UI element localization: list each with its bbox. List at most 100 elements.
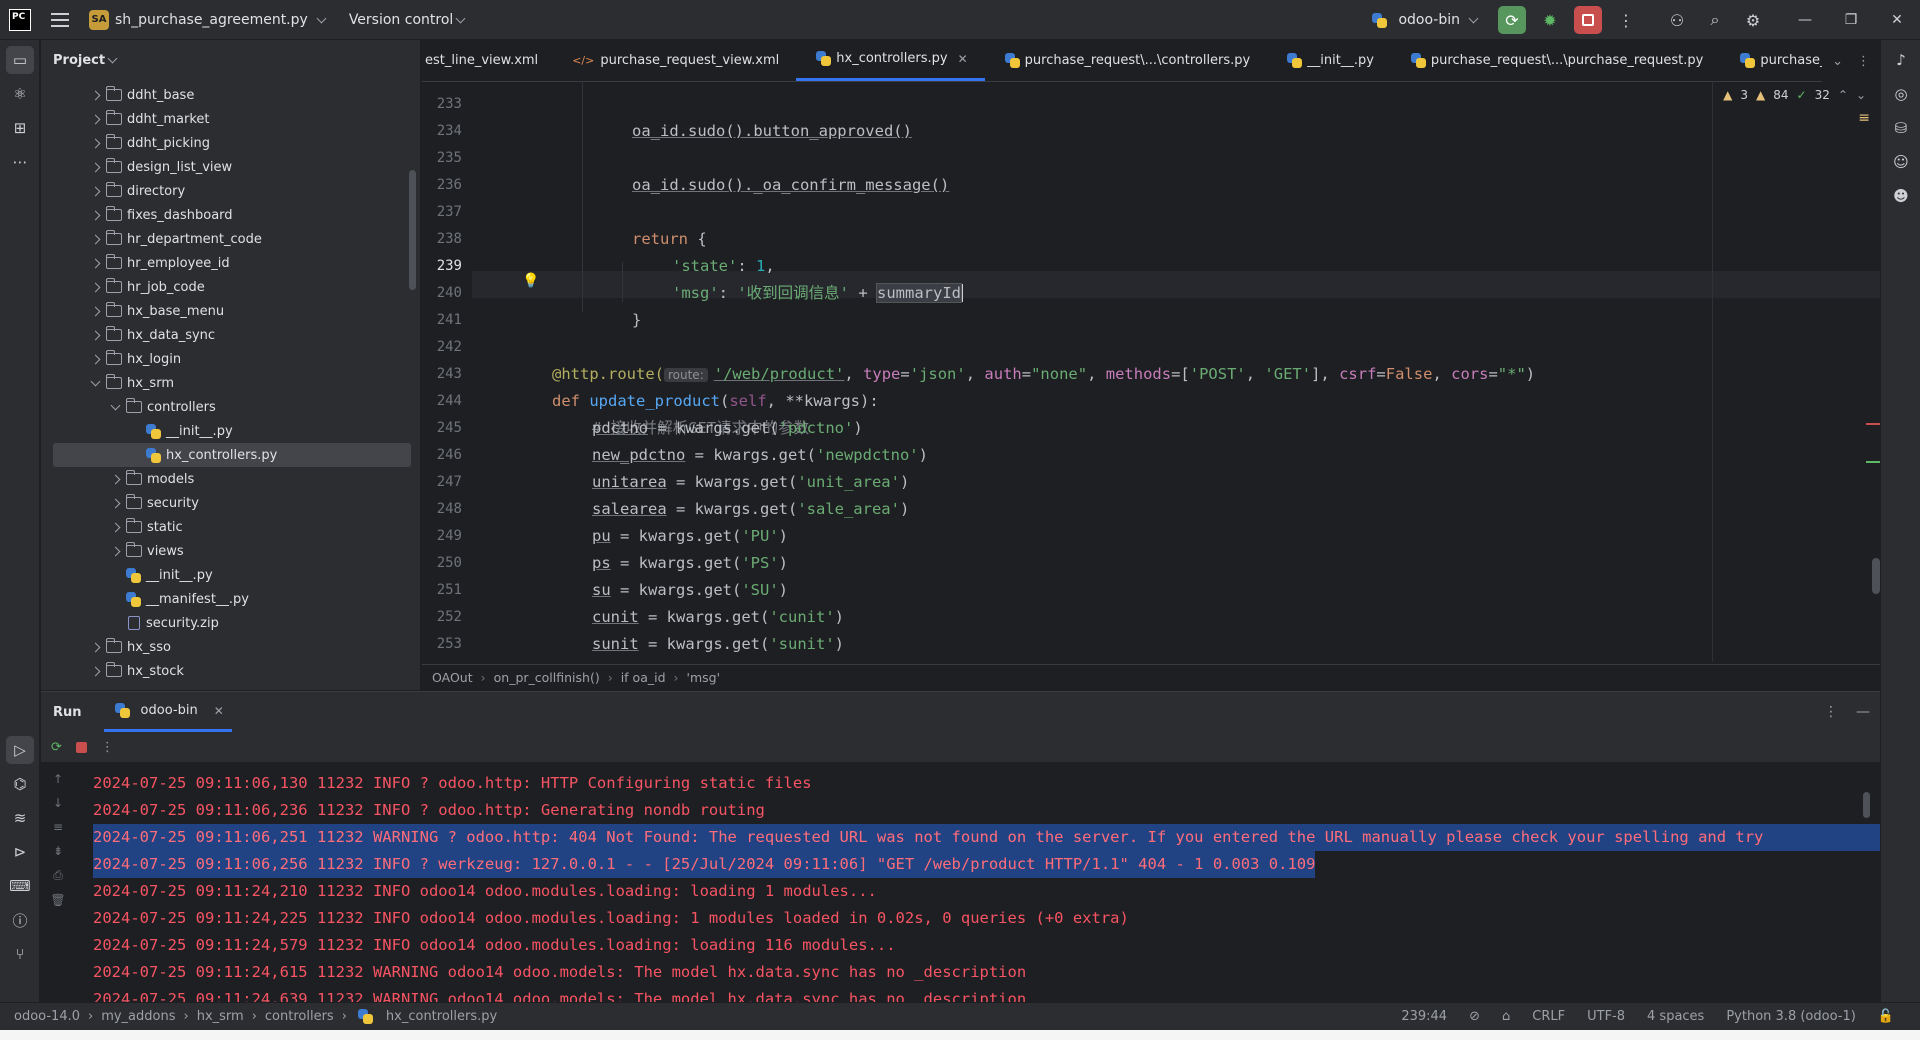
no-ai-icon[interactable]: ⊘ bbox=[1469, 1009, 1480, 1024]
chevron-right-icon[interactable] bbox=[87, 135, 103, 151]
more-vertical-icon[interactable]: ⋮ bbox=[1857, 54, 1870, 69]
tree-item[interactable]: __manifest__.py bbox=[41, 587, 420, 611]
more-tools-button[interactable]: ⋯ bbox=[6, 148, 34, 176]
editor-tab[interactable]: purchase_request\...\purchase_request.py bbox=[1391, 40, 1720, 81]
lightbulb-icon[interactable]: 💡 bbox=[522, 273, 539, 289]
tree-item[interactable]: static bbox=[41, 515, 420, 539]
ai-assistant-button[interactable]: ◎ bbox=[1887, 80, 1915, 108]
stop-button[interactable] bbox=[1574, 6, 1602, 34]
status-path-item[interactable]: hx_srm bbox=[197, 1009, 244, 1024]
python-interpreter[interactable]: Python 3.8 (odoo-1) bbox=[1726, 1009, 1855, 1024]
problems-button[interactable]: ⓘ bbox=[6, 906, 34, 934]
editor-tab[interactable]: hx_controllers.py ✕ bbox=[796, 40, 985, 81]
arrow-down-icon[interactable]: ↓ bbox=[53, 796, 63, 810]
tree-item[interactable]: hx_srm bbox=[41, 371, 420, 395]
indent-setting[interactable]: 4 spaces bbox=[1647, 1009, 1704, 1024]
tree-item[interactable]: hr_department_code bbox=[41, 227, 420, 251]
chevron-right-icon[interactable] bbox=[87, 159, 103, 175]
tree-item[interactable]: fixes_dashboard bbox=[41, 203, 420, 227]
editor-tab[interactable]: est_line_view.xml bbox=[422, 40, 555, 81]
error-marker[interactable] bbox=[1866, 423, 1880, 425]
code-with-me-button[interactable]: ⚇ bbox=[1663, 6, 1691, 34]
tree-item[interactable]: __init__.py bbox=[41, 563, 420, 587]
trash-icon[interactable]: 🗑 bbox=[50, 893, 65, 907]
chevron-up-icon[interactable]: ⌃ bbox=[1838, 88, 1848, 102]
chevron-right-icon[interactable] bbox=[107, 543, 123, 559]
plugins-tool-button[interactable]: ⚛ bbox=[6, 80, 34, 108]
chevron-right-icon[interactable] bbox=[87, 183, 103, 199]
status-path-item[interactable]: my_addons bbox=[101, 1009, 175, 1024]
terminal-button[interactable]: ⌨ bbox=[6, 872, 34, 900]
tree-item[interactable]: hx_login bbox=[41, 347, 420, 371]
tree-item[interactable]: models bbox=[41, 467, 420, 491]
chevron-right-icon[interactable] bbox=[87, 639, 103, 655]
tree-item[interactable]: controllers bbox=[41, 395, 420, 419]
tree-item[interactable]: hr_employee_id bbox=[41, 251, 420, 275]
close-icon[interactable]: ✕ bbox=[958, 52, 968, 66]
chevron-right-icon[interactable] bbox=[87, 663, 103, 679]
project-panel-header[interactable]: Project bbox=[41, 40, 420, 80]
editor-tab[interactable]: __init__.py bbox=[1267, 40, 1391, 81]
code-area[interactable]: 232 233 234 235 236 237 238 239 240 241 242 243 244 2… bbox=[422, 82, 1880, 662]
run-tool-button[interactable]: ▷ bbox=[6, 736, 34, 764]
settings-button[interactable]: ⚙ bbox=[1739, 6, 1767, 34]
project-switcher[interactable]: SA sh_purchase_agreement.py bbox=[89, 9, 329, 30]
chevron-right-icon[interactable] bbox=[87, 255, 103, 271]
tree-item[interactable]: hx_stock bbox=[41, 659, 420, 683]
version-control-menu[interactable]: Version control bbox=[349, 12, 468, 28]
project-tool-button[interactable]: ▭ bbox=[6, 46, 34, 74]
breadcrumb-item[interactable]: OAOut bbox=[432, 670, 473, 685]
chevron-right-icon[interactable] bbox=[87, 279, 103, 295]
services-button[interactable]: ⊳ bbox=[6, 838, 34, 866]
project-scrollbar[interactable] bbox=[409, 170, 416, 290]
chevron-down-icon[interactable] bbox=[107, 399, 123, 415]
lock-icon[interactable]: ⌂ bbox=[1502, 1009, 1510, 1024]
tree-item[interactable]: ddht_picking bbox=[41, 131, 420, 155]
chevron-right-icon[interactable] bbox=[107, 495, 123, 511]
console-output[interactable]: 2024-07-25 09:11:06,130 11232 INFO ? odo… bbox=[93, 770, 1880, 1010]
inspection-widget[interactable]: ▲ 3 ▲ 84 ✓ 32 ⌃ ⌄ bbox=[1723, 88, 1866, 102]
chevron-right-icon[interactable] bbox=[87, 87, 103, 103]
structure-tool-button[interactable]: ⊞ bbox=[6, 114, 34, 142]
chevron-right-icon[interactable] bbox=[87, 231, 103, 247]
more-actions-button[interactable]: ⋮ bbox=[1612, 6, 1640, 34]
status-path-item[interactable]: hx_controllers.py bbox=[386, 1009, 497, 1024]
git-button[interactable]: ⑂ bbox=[6, 940, 34, 968]
file-encoding[interactable]: UTF-8 bbox=[1587, 1009, 1625, 1024]
breadcrumb-item[interactable]: if oa_id bbox=[621, 670, 666, 685]
tree-item[interactable]: directory bbox=[41, 179, 420, 203]
print-icon[interactable]: ⎙ bbox=[53, 868, 63, 883]
scroll-to-end-icon[interactable]: ⇟ bbox=[53, 844, 63, 858]
line-ending[interactable]: CRLF bbox=[1532, 1009, 1565, 1024]
main-menu-button[interactable] bbox=[51, 12, 69, 27]
tree-item[interactable]: hr_job_code bbox=[41, 275, 420, 299]
chevron-down-icon[interactable]: ⌄ bbox=[1832, 54, 1843, 69]
chevron-down-icon[interactable] bbox=[87, 375, 103, 391]
chevron-right-icon[interactable] bbox=[107, 471, 123, 487]
editor-scrollbar[interactable] bbox=[1872, 558, 1880, 594]
copilot-chat-button[interactable]: ☻ bbox=[1887, 182, 1915, 210]
editor-tab[interactable]: </> purchase_request_view.xml bbox=[555, 40, 796, 81]
rerun-icon[interactable]: ⟳ bbox=[51, 740, 62, 755]
debug-button[interactable]: ✹ bbox=[1536, 6, 1564, 34]
more-vertical-icon[interactable]: ⋮ bbox=[1824, 704, 1838, 720]
run-tab-odoo-bin[interactable]: odoo-bin ✕ bbox=[103, 692, 232, 732]
tree-item[interactable]: hx_controllers.py bbox=[53, 443, 411, 467]
tree-item[interactable]: security.zip bbox=[41, 611, 420, 635]
run-configuration-selector[interactable]: odoo-bin bbox=[1369, 12, 1481, 28]
rerun-button[interactable]: ⟳ bbox=[1498, 6, 1526, 34]
maximize-button[interactable]: ❐ bbox=[1828, 0, 1874, 40]
status-path-item[interactable]: controllers bbox=[265, 1009, 334, 1024]
chevron-right-icon[interactable] bbox=[87, 207, 103, 223]
tree-item[interactable]: hx_sso bbox=[41, 635, 420, 659]
database-button[interactable]: ⛁ bbox=[1887, 114, 1915, 142]
tree-item[interactable]: __init__.py bbox=[41, 419, 420, 443]
breadcrumb-item[interactable]: on_pr_collfinish() bbox=[494, 670, 600, 685]
more-vertical-icon[interactable]: ⋮ bbox=[101, 740, 114, 755]
arrow-up-icon[interactable]: ↑ bbox=[53, 772, 63, 786]
chevron-down-icon[interactable]: ⌄ bbox=[1856, 88, 1866, 102]
close-window-button[interactable]: ✕ bbox=[1874, 0, 1920, 40]
cursor-position[interactable]: 239:44 bbox=[1401, 1009, 1447, 1024]
console-scrollbar[interactable] bbox=[1863, 792, 1870, 818]
copilot-button[interactable]: ☺ bbox=[1887, 148, 1915, 176]
